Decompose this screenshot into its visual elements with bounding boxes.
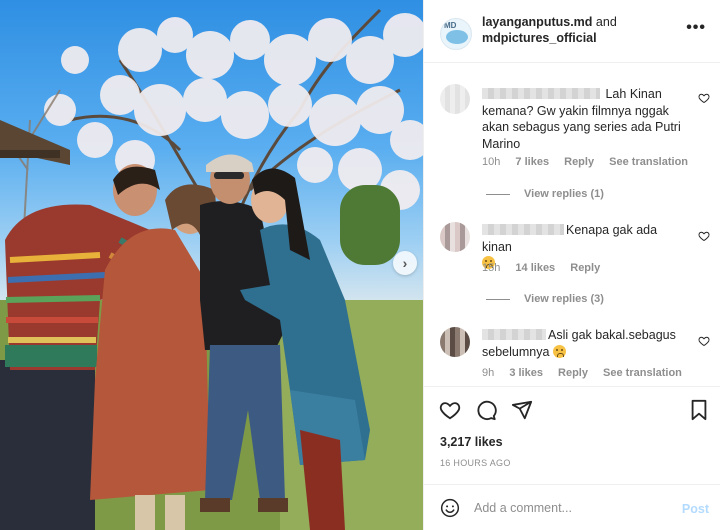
- author-link-2[interactable]: mdpictures_official: [482, 31, 597, 45]
- comment-meta: 10h 7 likes Reply See translation: [482, 156, 700, 168]
- commenter-avatar[interactable]: [440, 327, 470, 357]
- post-header: MD layanganputus.md and mdpictures_offic…: [424, 0, 720, 63]
- reply-button[interactable]: Reply: [564, 156, 594, 168]
- share-paper-plane-icon[interactable]: [511, 399, 533, 421]
- view-replies-label: View replies (1): [524, 188, 604, 200]
- author-conjunction: and: [595, 15, 617, 29]
- avatar-logo-text: MD: [444, 21, 457, 30]
- sad-face-emoji-icon: [552, 344, 566, 358]
- comment-list[interactable]: Lah Kinan kemana? Gw yakin filmnya nggak…: [424, 64, 720, 386]
- emoji-picker-icon[interactable]: [440, 498, 460, 518]
- carousel-next-button[interactable]: ›: [393, 251, 417, 275]
- comment-time: 10h: [482, 156, 501, 168]
- author-link-1[interactable]: layanganputus.md: [482, 15, 592, 29]
- comment-time: 9h: [482, 367, 495, 379]
- censored-username: [482, 329, 546, 340]
- comment-likes[interactable]: 3 likes: [509, 367, 543, 379]
- heart-outline-icon[interactable]: [698, 335, 710, 347]
- comment-likes[interactable]: 14 likes: [515, 262, 555, 274]
- bookmark-icon[interactable]: [688, 399, 710, 421]
- reply-button[interactable]: Reply: [558, 367, 588, 379]
- view-replies-label: View replies (3): [524, 293, 604, 305]
- see-translation-button[interactable]: See translation: [603, 367, 682, 379]
- heart-outline-icon[interactable]: [698, 230, 710, 242]
- add-comment-bar: Post: [424, 484, 720, 530]
- post-sidebar: MD layanganputus.md and mdpictures_offic…: [423, 0, 720, 530]
- commenter-avatar[interactable]: [440, 84, 470, 114]
- likes-count[interactable]: 3,217 likes: [440, 435, 503, 449]
- view-replies-button[interactable]: View replies (1): [486, 188, 604, 200]
- comment-meta: 15h 14 likes Reply: [482, 262, 612, 274]
- post-actions: 3,217 likes 16 HOURS AGO: [424, 386, 720, 476]
- heart-outline-icon[interactable]: [698, 92, 710, 104]
- post-authors: layanganputus.md and mdpictures_official: [482, 14, 617, 46]
- comment-meta: 9h 3 likes Reply See translation: [482, 367, 694, 379]
- comment-text-wrap: Lah Kinan kemana? Gw yakin filmnya nggak…: [482, 86, 690, 152]
- add-comment-input[interactable]: [474, 497, 669, 519]
- see-translation-button[interactable]: See translation: [609, 156, 688, 168]
- commenter-avatar[interactable]: [440, 222, 470, 252]
- avatar-logo-wave: [446, 30, 468, 44]
- comment-time: 15h: [482, 262, 501, 274]
- censored-username: [482, 224, 564, 235]
- comment-text-wrap: Asli gak bakal.sebagus sebelumnya: [482, 327, 690, 360]
- post-photo[interactable]: ›: [0, 0, 423, 530]
- photo-illustration: [0, 8, 423, 530]
- view-replies-button[interactable]: View replies (3): [486, 293, 604, 305]
- replies-divider: [486, 193, 510, 195]
- account-avatar[interactable]: MD: [440, 18, 472, 50]
- reply-button[interactable]: Reply: [570, 262, 600, 274]
- post-timestamp: 16 HOURS AGO: [440, 458, 511, 468]
- ellipsis-icon[interactable]: •••: [686, 19, 706, 37]
- censored-username: [482, 88, 600, 99]
- comment-bubble-icon[interactable]: [475, 399, 497, 421]
- post-comment-button[interactable]: Post: [682, 502, 709, 516]
- replies-divider: [486, 298, 510, 300]
- comment-likes[interactable]: 7 likes: [515, 156, 549, 168]
- heart-outline-icon[interactable]: [439, 399, 461, 421]
